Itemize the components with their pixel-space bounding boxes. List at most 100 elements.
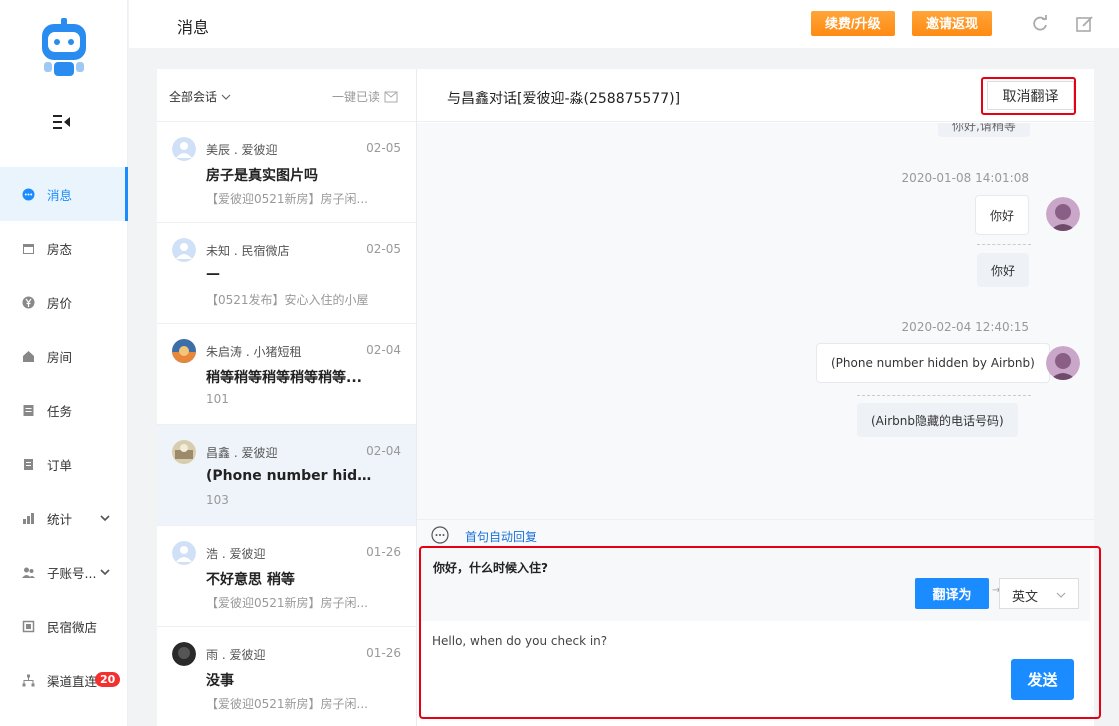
conversation-item[interactable]: 未知 . 民宿微店 02-05 — 【0521发布】安心入住的小屋 xyxy=(157,223,416,324)
conversation-name: 雨 . 爱彼迎 xyxy=(206,648,266,662)
sidebar-item-room-status[interactable]: 房态 xyxy=(0,221,128,275)
sidebar-item-label: 房态 xyxy=(47,241,73,257)
compose-input[interactable]: 你好，什么时候入住? xyxy=(433,559,548,576)
auto-reply-link[interactable]: 首句自动回复 xyxy=(465,528,537,545)
conversation-item[interactable]: 朱启涛 . 小猪短租 02-04 稍等稍等稍等稍等稍等... 101 xyxy=(157,324,416,425)
message-timestamp: 2020-01-08 14:01:08 xyxy=(901,171,1029,185)
shop-icon xyxy=(22,620,35,633)
conversation-date: 02-05 xyxy=(366,242,401,256)
conversation-name: 未知 . 民宿微店 xyxy=(206,244,290,258)
conversation-message: 没事 xyxy=(206,673,234,689)
conversation-message: — xyxy=(206,266,220,282)
sidebar-item-tasks[interactable]: 任务 xyxy=(0,383,128,437)
avatar xyxy=(1046,346,1080,380)
channel-icon xyxy=(22,674,35,687)
refresh-icon[interactable] xyxy=(1030,14,1050,34)
message-translation: 你好 xyxy=(977,253,1030,287)
avatar xyxy=(172,642,196,666)
collapse-menu-icon[interactable] xyxy=(50,112,72,132)
conversation-date: 02-04 xyxy=(366,343,401,357)
compose-area: 你好，什么时候入住? 翻译为 → 英文 Hello, when do you c… xyxy=(417,549,1094,726)
chevron-down-icon xyxy=(1056,589,1066,599)
sidebar-item-rooms[interactable]: 房间 xyxy=(0,329,128,383)
sidebar-item-label: 民宿微店 xyxy=(47,619,98,635)
task-icon xyxy=(22,404,35,417)
conversation-item-selected[interactable]: 昌鑫 . 爱彼迎 02-04 (Phone number hidde... 10… xyxy=(157,425,416,526)
conversation-date: 01-26 xyxy=(366,646,401,660)
compose-input-area[interactable]: 你好，什么时候入住? 翻译为 → 英文 xyxy=(421,549,1090,621)
conversation-item[interactable]: 美辰 . 爱彼迎 02-05 房子是真实图片吗 【爱彼迎0521新房】房子闲..… xyxy=(157,122,416,223)
page-title: 消息 xyxy=(177,18,210,37)
sidebar-item-stats[interactable]: 统计 xyxy=(0,491,128,545)
conversation-name: 昌鑫 . 爱彼迎 xyxy=(206,446,278,460)
sidebar-item-sub-accounts[interactable]: 子账号... xyxy=(0,545,128,599)
sidebar-item-messages[interactable]: 消息 xyxy=(0,167,128,221)
mark-all-read-label: 一键已读 xyxy=(331,90,380,104)
sidebar-item-label: 子账号... xyxy=(47,565,97,581)
translation-divider xyxy=(977,244,1031,245)
translate-to-button[interactable]: 翻译为 xyxy=(915,578,989,609)
language-select-value: 英文 xyxy=(1012,590,1039,605)
message-icon xyxy=(22,188,35,201)
avatar xyxy=(172,541,196,565)
conversation-date: 01-26 xyxy=(366,545,401,559)
sidebar-nav: 消息 房态 房价 房间 任务 订单 统计 子账号... 民宿微店 渠道直连 20 xyxy=(0,167,128,707)
mail-icon xyxy=(384,91,398,102)
sidebar-item-channels[interactable]: 渠道直连 20 xyxy=(0,653,128,707)
previous-message-translation: 你好,请稍等 xyxy=(938,123,1030,137)
conversation-name: 朱启涛 . 小猪短租 xyxy=(206,345,302,359)
sidebar-item-label: 房价 xyxy=(47,295,73,311)
chat-title: 与昌鑫对话[爱彼迎-淼(258875577)] xyxy=(447,91,681,107)
cancel-translate-button[interactable]: 取消翻译 xyxy=(987,81,1074,110)
sidebar-item-label: 统计 xyxy=(47,511,73,527)
sidebar-item-label: 消息 xyxy=(47,187,73,203)
conversation-message: (Phone number hidde... xyxy=(206,468,376,484)
conversation-item[interactable]: 雨 . 爱彼迎 01-26 没事 【爱彼迎0521新房】房子闲... xyxy=(157,627,416,726)
renew-upgrade-button[interactable]: 续费/升级 xyxy=(811,11,895,36)
invite-cashback-button[interactable]: 邀请返现 xyxy=(912,11,993,36)
conversation-date: 02-05 xyxy=(366,141,401,155)
users-icon xyxy=(22,566,35,579)
auto-reply-bar: 首句自动回复 xyxy=(417,519,1094,549)
avatar xyxy=(172,238,196,262)
message-translation: (Airbnb隐藏的电话号码) xyxy=(857,403,1018,437)
sidebar-item-shop[interactable]: 民宿微店 xyxy=(0,599,128,653)
top-header: 消息 续费/升级 邀请返现 xyxy=(129,0,1119,48)
yen-icon xyxy=(22,296,35,309)
chevron-down-icon xyxy=(221,94,231,100)
notification-badge: 20 xyxy=(95,672,121,687)
conversation-listing: 【爱彼迎0521新房】房子闲... xyxy=(206,697,368,711)
conversation-message: 稍等稍等稍等稍等稍等... xyxy=(206,370,362,386)
conversation-list-header: 全部会话 一键已读 xyxy=(157,69,416,122)
message-timestamp: 2020-02-04 12:40:15 xyxy=(901,320,1029,334)
translated-text[interactable]: Hello, when do you check in? xyxy=(432,634,607,648)
conversation-message: 不好意思 稍等 xyxy=(206,572,295,588)
mark-all-read-button[interactable]: 一键已读 xyxy=(332,88,398,105)
conversation-message: 房子是真实图片吗 xyxy=(206,168,318,184)
sidebar-item-orders[interactable]: 订单 xyxy=(0,437,128,491)
sidebar-item-label: 任务 xyxy=(47,403,73,419)
language-select[interactable]: 英文 xyxy=(999,578,1079,609)
edit-icon[interactable] xyxy=(1075,14,1095,34)
avatar xyxy=(172,440,196,464)
conversation-filter-dropdown[interactable]: 全部会话 xyxy=(169,88,231,105)
chat-header: 与昌鑫对话[爱彼迎-淼(258875577)] 取消翻译 xyxy=(417,69,1094,122)
chevron-down-icon xyxy=(100,565,110,576)
avatar xyxy=(172,137,196,161)
send-button[interactable]: 发送 xyxy=(1011,659,1074,700)
conversation-listing: 101 xyxy=(206,392,229,406)
message-bubble: 你好 xyxy=(975,195,1030,235)
filter-label: 全部会话 xyxy=(169,90,218,104)
conversation-name: 美辰 . 爱彼迎 xyxy=(206,143,278,157)
avatar xyxy=(172,339,196,363)
sidebar: 消息 房态 房价 房间 任务 订单 统计 子账号... 民宿微店 渠道直连 20 xyxy=(0,0,128,726)
conversation-item[interactable]: 浩 . 爱彼迎 01-26 不好意思 稍等 【爱彼迎0521新房】房子闲... xyxy=(157,526,416,627)
avatar xyxy=(1046,197,1080,231)
chevron-down-icon xyxy=(100,511,110,522)
message-history[interactable]: 你好,请稍等 2020-01-08 14:01:08 你好 你好 2020-02… xyxy=(417,123,1094,519)
sidebar-item-label: 房间 xyxy=(47,349,73,365)
sidebar-item-room-price[interactable]: 房价 xyxy=(0,275,128,329)
order-icon xyxy=(22,458,35,471)
logo xyxy=(36,18,92,82)
conversation-name: 浩 . 爱彼迎 xyxy=(206,547,266,561)
